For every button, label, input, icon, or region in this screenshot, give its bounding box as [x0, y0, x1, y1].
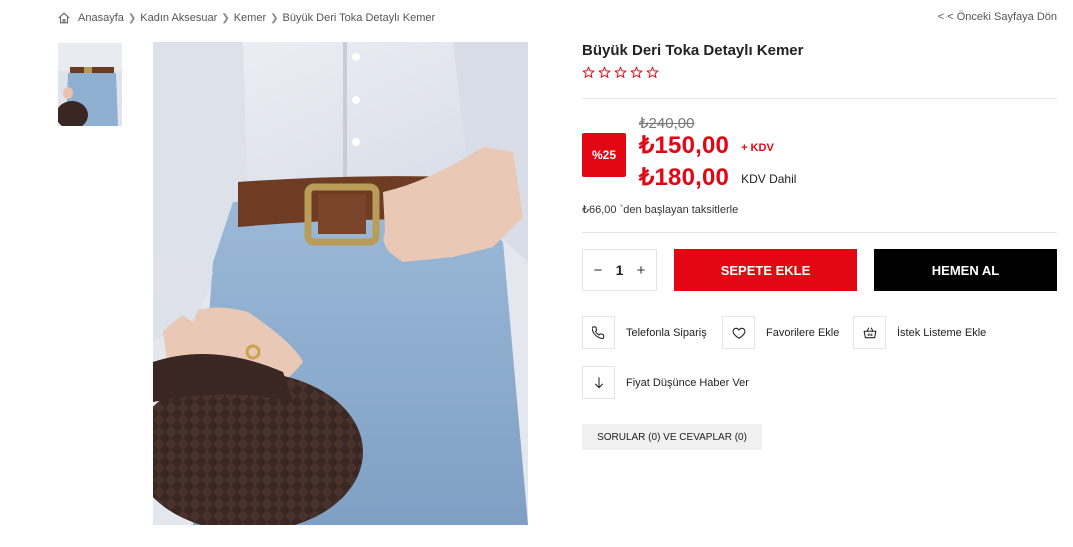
- breadcrumb-kadin-aksesuar[interactable]: Kadın Aksesuar: [140, 12, 217, 24]
- rating-stars[interactable]: [582, 66, 659, 79]
- breadcrumb: Anasayfa ❯ Kadın Aksesuar ❯ Kemer ❯ Büyü…: [57, 10, 435, 26]
- add-favorites-button[interactable]: Favorilere Ekle: [722, 316, 839, 349]
- buy-now-button[interactable]: HEMEN AL: [874, 249, 1057, 291]
- price-inc-vat: ₺180,00: [639, 164, 730, 191]
- basket-icon: [863, 327, 876, 338]
- old-price: ₺240,00: [639, 115, 695, 132]
- phone-order-button[interactable]: Telefonla Sipariş: [582, 316, 707, 349]
- phone-icon: [591, 325, 604, 339]
- add-wishlist-label: İstek Listeme Ekle: [897, 326, 987, 339]
- questions-answers-tab[interactable]: SORULAR (0) VE CEVAPLAR (0): [582, 424, 762, 450]
- star-outline-icon[interactable]: [646, 66, 659, 79]
- star-outline-icon[interactable]: [614, 66, 627, 79]
- divider: [582, 98, 1057, 99]
- chevron-right-icon: ❯: [270, 12, 279, 24]
- price-alert-label: Fiyat Düşünce Haber Ver: [626, 376, 749, 389]
- phone-order-label: Telefonla Sipariş: [626, 326, 707, 339]
- heart-icon: [732, 327, 745, 339]
- price-ex-vat-note: + KDV: [741, 141, 774, 154]
- breadcrumb-home[interactable]: Anasayfa: [78, 12, 124, 24]
- breadcrumb-kemer[interactable]: Kemer: [234, 12, 266, 24]
- arrow-down-icon: [594, 376, 603, 388]
- home-icon[interactable]: [57, 11, 71, 25]
- quantity-value[interactable]: 1: [616, 262, 624, 278]
- price-inc-vat-row: ₺180,00 KDV Dahil: [639, 163, 796, 192]
- star-outline-icon[interactable]: [598, 66, 611, 79]
- chevron-right-icon: ❯: [127, 12, 137, 24]
- star-outline-icon[interactable]: [630, 66, 643, 79]
- add-favorites-label: Favorilere Ekle: [766, 326, 840, 339]
- back-link[interactable]: < < Önceki Sayfaya Dön: [938, 11, 1057, 23]
- price-alert-button[interactable]: Fiyat Düşünce Haber Ver: [582, 366, 749, 399]
- quantity-increase-button[interactable]: +: [634, 262, 648, 279]
- quantity-decrease-button[interactable]: −: [591, 262, 605, 279]
- chevron-right-icon: ❯: [221, 12, 230, 24]
- installment-text: ₺66,00 `den başlayan taksitlerle: [582, 204, 739, 216]
- add-wishlist-button[interactable]: İstek Listeme Ekle: [853, 316, 986, 349]
- price-ex-vat: ₺150,00: [639, 132, 730, 159]
- product-thumbnail[interactable]: [58, 43, 122, 126]
- breadcrumb-current: Büyük Deri Toka Detaylı Kemer: [282, 12, 436, 24]
- add-to-cart-button[interactable]: SEPETE EKLE: [674, 249, 857, 291]
- star-outline-icon[interactable]: [582, 66, 595, 79]
- product-title: Büyük Deri Toka Detaylı Kemer: [582, 42, 804, 59]
- divider: [582, 232, 1057, 233]
- quantity-stepper: − 1 +: [582, 249, 657, 291]
- price-inc-vat-note: KDV Dahil: [741, 171, 797, 186]
- product-main-image[interactable]: [153, 42, 528, 525]
- price-ex-vat-row: ₺150,00 + KDV: [639, 131, 774, 160]
- discount-badge: %25: [582, 133, 626, 177]
